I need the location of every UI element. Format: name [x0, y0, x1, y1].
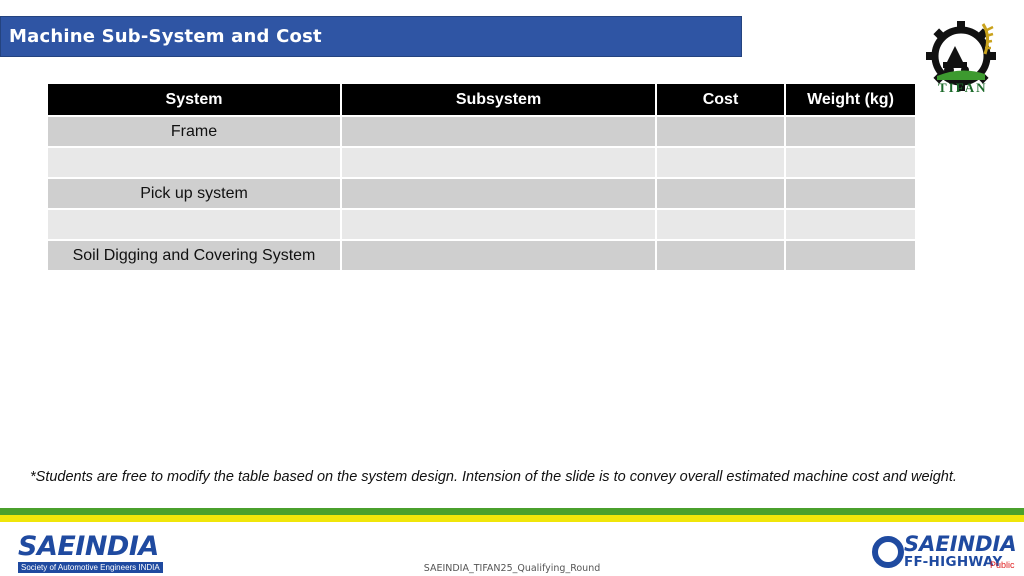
green-stripe — [0, 508, 1024, 515]
cell-subsystem[interactable] — [341, 177, 657, 209]
footnote: *Students are free to modify the table b… — [30, 469, 957, 485]
column-header-system: System — [48, 84, 342, 116]
cell-subsystem[interactable] — [341, 115, 657, 147]
cell-system[interactable] — [48, 208, 342, 240]
cell-system[interactable]: Pick up system — [48, 177, 342, 209]
cost-table: System Subsystem Cost Weight (kg) Frame … — [48, 84, 915, 270]
column-header-cost: Cost — [656, 84, 786, 116]
table-row — [48, 208, 915, 240]
cell-weight[interactable] — [785, 115, 915, 147]
cell-subsystem[interactable] — [341, 146, 657, 178]
cell-cost[interactable] — [656, 146, 786, 178]
cell-weight[interactable] — [785, 239, 915, 270]
table-row — [48, 146, 915, 178]
cell-system[interactable]: Frame — [48, 115, 342, 147]
table-row: Frame — [48, 115, 915, 147]
cell-system[interactable]: Soil Digging and Covering System — [48, 239, 342, 270]
tifan-logo-text: TIFAN — [938, 80, 988, 95]
table-row: Soil Digging and Covering System — [48, 239, 915, 270]
cell-subsystem[interactable] — [341, 208, 657, 240]
cell-system[interactable] — [48, 146, 342, 178]
offhighway-logo-word1: SAEINDIA — [904, 532, 1017, 556]
footer-center-text: SAEINDIA_TIFAN25_Qualifying_Round — [423, 563, 601, 574]
cell-subsystem[interactable] — [341, 239, 657, 270]
cell-cost[interactable] — [656, 239, 786, 270]
cell-weight[interactable] — [785, 208, 915, 240]
table-row: Pick up system — [48, 177, 915, 209]
column-header-weight: Weight (kg) — [785, 84, 915, 116]
o-ring-icon — [872, 536, 904, 568]
cell-cost[interactable] — [656, 115, 786, 147]
cell-weight[interactable] — [785, 177, 915, 209]
table-header-row: System Subsystem Cost Weight (kg) — [48, 84, 915, 116]
cell-cost[interactable] — [656, 208, 786, 240]
slide-title: Machine Sub-System and Cost — [9, 26, 322, 47]
cell-weight[interactable] — [785, 146, 915, 178]
offhighway-logo-word2: FF-HIGHWAY — [904, 554, 1003, 570]
saeindia-logo-text: SAEINDIA — [18, 531, 159, 562]
title-bar: Machine Sub-System and Cost — [0, 16, 742, 57]
classification-label: Public — [990, 560, 1015, 570]
column-header-subsystem: Subsystem — [341, 84, 657, 116]
cell-cost[interactable] — [656, 177, 786, 209]
yellow-stripe — [0, 515, 1024, 522]
